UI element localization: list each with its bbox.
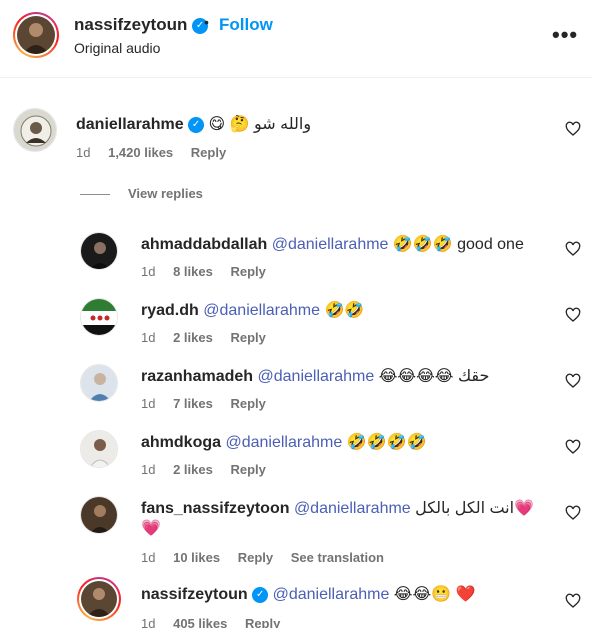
more-options-icon[interactable]: ••• — [552, 22, 578, 48]
comment-age[interactable]: 1d — [76, 145, 90, 160]
reply-username[interactable]: ryad.dh — [141, 302, 199, 319]
reply-age[interactable]: 1d — [141, 264, 155, 279]
post-header: nassifzeytoun ✓ • Follow Original audio … — [0, 0, 592, 78]
author-username[interactable]: nassifzeytoun ✓ — [74, 15, 209, 35]
see-translation-button[interactable]: See translation — [291, 550, 384, 565]
reply-likes[interactable]: 2 likes — [173, 330, 213, 345]
author-avatar[interactable] — [13, 12, 59, 58]
separator-dot: • — [204, 14, 209, 30]
verified-badge-icon: ✓ — [188, 116, 205, 133]
commenter-avatar[interactable] — [80, 430, 118, 468]
reply-button[interactable]: Reply — [230, 462, 265, 477]
reply-age[interactable]: 1d — [141, 462, 155, 477]
reply-body: 😂😂😂😂 حقك — [378, 368, 490, 385]
mention-link[interactable]: @daniellarahme — [294, 500, 411, 517]
comment-body: 😋 🤔 والله شو — [208, 116, 312, 133]
commenter-avatar[interactable] — [13, 108, 57, 152]
reply-text: razanhamadeh @daniellarahme 😂😂😂😂 حقك — [141, 366, 489, 386]
mention-link[interactable]: @daniellarahme — [225, 434, 342, 451]
reply-likes[interactable]: 10 likes — [173, 550, 220, 565]
reply-body: 😂😂😬 ❤️ — [393, 586, 476, 603]
reply-likes[interactable]: 405 likes — [173, 616, 227, 628]
heart-outline-icon[interactable] — [565, 373, 581, 389]
reply-item: ahmdkoga @daniellarahme 🤣🤣🤣🤣 1d 2 likes … — [0, 424, 592, 490]
heart-outline-icon[interactable] — [565, 593, 581, 609]
reply-body: 🤣🤣 — [324, 302, 365, 319]
verified-badge-icon: ✓ — [252, 586, 269, 603]
reply-username[interactable]: ahmdkoga — [141, 434, 221, 451]
heart-outline-icon[interactable] — [565, 439, 581, 455]
reply-meta: 1d 7 likes Reply — [141, 396, 280, 411]
reply-likes[interactable]: 7 likes — [173, 396, 213, 411]
reply-text: nassifzeytoun ✓ @daniellarahme 😂😂😬 ❤️ — [141, 584, 475, 604]
reply-button[interactable]: Reply — [245, 616, 280, 628]
reply-age[interactable]: 1d — [141, 616, 155, 628]
reply-username[interactable]: fans_nassifzeytoon — [141, 500, 289, 517]
reply-text: fans_nassifzeytoon @daniellarahme انت ال… — [141, 498, 534, 518]
mention-link[interactable]: @daniellarahme — [273, 586, 390, 603]
audio-label[interactable]: Original audio — [74, 40, 160, 56]
reply-body: انت الكل بالكل💗 — [415, 500, 534, 517]
reply-text-continued: 💗 — [141, 520, 161, 537]
reply-item: ryad.dh @daniellarahme 🤣🤣 1d 2 likes Rep… — [0, 292, 592, 358]
view-replies-label[interactable]: View replies — [128, 186, 203, 201]
reply-username[interactable]: ahmaddabdallah — [141, 236, 267, 253]
comment-username[interactable]: daniellarahme — [76, 116, 184, 133]
heart-outline-icon[interactable] — [565, 307, 581, 323]
reply-text: ryad.dh @daniellarahme 🤣🤣 — [141, 300, 364, 320]
commenter-avatar[interactable] — [80, 298, 118, 336]
reply-meta: 1d 8 likes Reply — [141, 264, 280, 279]
commenter-avatar[interactable] — [80, 496, 118, 534]
follow-button[interactable]: Follow — [219, 15, 273, 35]
reply-body: 🤣🤣🤣🤣 — [346, 434, 427, 451]
reply-button[interactable]: Reply — [230, 264, 265, 279]
reply-meta: 1d 405 likes Reply — [141, 616, 294, 628]
reply-meta: 1d 2 likes Reply — [141, 462, 280, 477]
heart-outline-icon[interactable] — [565, 241, 581, 257]
reply-meta: 1d 10 likes Reply See translation — [141, 550, 398, 565]
reply-username[interactable]: razanhamadeh — [141, 368, 253, 385]
reply-likes[interactable]: 2 likes — [173, 462, 213, 477]
reply-age[interactable]: 1d — [141, 396, 155, 411]
comment-likes[interactable]: 1,420 likes — [108, 145, 173, 160]
comment-item: daniellarahme ✓ 😋 🤔 والله شو 1d 1,420 li… — [0, 96, 592, 176]
commenter-avatar[interactable] — [80, 364, 118, 402]
reply-button[interactable]: Reply — [191, 145, 226, 160]
comments-panel: nassifzeytoun ✓ • Follow Original audio … — [0, 0, 592, 628]
comment-meta: 1d 1,420 likes Reply — [76, 145, 240, 160]
mention-link[interactable]: @daniellarahme — [272, 236, 389, 253]
heart-outline-icon[interactable] — [565, 121, 581, 137]
divider-line — [80, 194, 110, 195]
comment-text: daniellarahme ✓ 😋 🤔 والله شو — [76, 114, 311, 134]
reply-button[interactable]: Reply — [230, 396, 265, 411]
reply-age[interactable]: 1d — [141, 330, 155, 345]
reply-body: 🤣🤣🤣 good one — [392, 236, 524, 253]
reply-age[interactable]: 1d — [141, 550, 155, 565]
reply-item: razanhamadeh @daniellarahme 😂😂😂😂 حقك 1d … — [0, 358, 592, 424]
reply-item: fans_nassifzeytoon @daniellarahme انت ال… — [0, 490, 592, 576]
reply-likes[interactable]: 8 likes — [173, 264, 213, 279]
reply-meta: 1d 2 likes Reply — [141, 330, 280, 345]
reply-button[interactable]: Reply — [230, 330, 265, 345]
reply-button[interactable]: Reply — [238, 550, 273, 565]
mention-link[interactable]: @daniellarahme — [203, 302, 320, 319]
commenter-avatar[interactable] — [77, 577, 121, 621]
reply-username[interactable]: nassifzeytoun — [141, 586, 248, 603]
reply-text: ahmdkoga @daniellarahme 🤣🤣🤣🤣 — [141, 432, 426, 452]
reply-item: ahmaddabdallah @daniellarahme 🤣🤣🤣 good o… — [0, 226, 592, 292]
reply-item: nassifzeytoun ✓ @daniellarahme 😂😂😬 ❤️ 1d… — [0, 576, 592, 628]
mention-link[interactable]: @daniellarahme — [258, 368, 375, 385]
heart-outline-icon[interactable] — [565, 505, 581, 521]
reply-text: ahmaddabdallah @daniellarahme 🤣🤣🤣 good o… — [141, 234, 524, 254]
commenter-avatar[interactable] — [80, 232, 118, 270]
